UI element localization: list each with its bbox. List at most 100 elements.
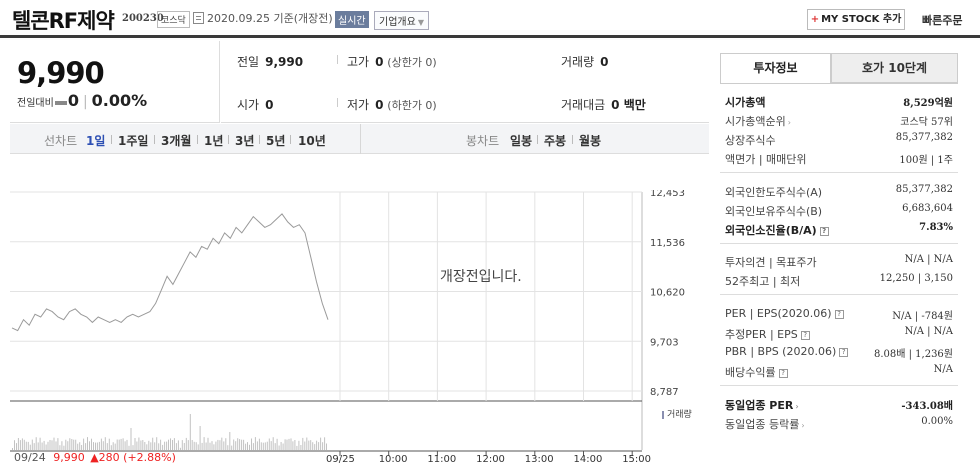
chevron-right-icon[interactable]: › [801,421,804,430]
volume-bar [217,439,219,450]
volume-bar [144,442,146,450]
tab-daily[interactable]: 일봉 [510,132,532,149]
tab-10y[interactable]: 10년 [298,132,326,149]
volume-bar [249,444,250,450]
volume-bar [201,442,203,450]
volume-bar [195,442,197,450]
amt-value: 0 백만 [611,98,646,112]
volume-bar [318,442,320,450]
divider [720,172,958,173]
help-icon[interactable]: ? [778,368,788,378]
chevron-right-icon[interactable]: › [788,118,791,127]
tab-1d[interactable]: 1일 [86,132,105,149]
volume-bar [114,443,116,450]
x-tick-label: 13:00 [525,454,554,465]
current-price: 9,990 [17,56,105,90]
change-value: 0 [67,91,79,110]
tab-5y[interactable]: 5년 [266,132,285,149]
tab-3y[interactable]: 3년 [235,132,254,149]
volume-bar [310,440,312,450]
plus-icon: + [810,14,820,25]
volume-bar [104,437,106,450]
realtime-badge[interactable]: 실시간 [335,11,369,28]
volume-bar [189,414,191,450]
volume-legend-label: 거래량 [667,410,692,420]
volume-bar [322,442,324,450]
tab-weekly[interactable]: 주봉 [544,132,566,149]
volume-bar [14,440,15,450]
open-price: 시가 0 [237,96,273,113]
tab-1w[interactable]: 1주일 [118,132,148,149]
volume-bar [172,440,173,450]
x-tick-label: 10:00 [379,454,408,465]
tab-orderbook-10[interactable]: 호가 10단계 [831,53,958,83]
volume-bar [270,441,272,450]
volume-bar [87,437,88,450]
volume-bar [95,442,96,450]
divider [259,135,260,144]
volume-bar [23,439,25,450]
tab-investment-info[interactable]: 투자정보 [720,53,831,83]
chart-footer: 09/24 9,990 ▲280 (+2.88%) [14,451,176,464]
corp-info-button[interactable]: 기업개요 ▼ [374,11,429,30]
volume-bar [134,438,136,450]
lower-limit: (하한가 0) [387,99,437,112]
volume-bar [45,444,47,450]
info-row-value: 85,377,382 [895,132,953,143]
quick-order-link[interactable]: 빠른주문 [922,12,962,28]
prev-close: 전일 9,990 [237,53,303,70]
price-chart[interactable]: 12,453 11,536 10,620 9,703 8,787 09/25 10:00 1… [10,190,710,473]
volume-bar [286,439,288,450]
volume-bar [160,439,162,450]
tab-1y[interactable]: 1년 [204,132,223,149]
volume-bar [247,442,248,450]
help-icon[interactable]: ? [839,347,849,357]
tab-3m[interactable]: 3개월 [161,132,191,149]
volume-bar [256,441,258,450]
mystock-add-button[interactable]: + MY STOCK 추가 [807,9,905,30]
chevron-right-icon[interactable]: › [795,402,798,411]
volume-bar [221,437,223,450]
change-percent: 0.00% [91,91,148,110]
investment-info-panel: 투자정보 호가 10단계 시가총액 8,529억원 시가총액순위 › 코스닥 57위 상장… [710,41,972,473]
divider [572,135,573,144]
open-value: 0 [265,98,274,112]
tab-monthly[interactable]: 월봉 [579,132,601,149]
volume-bar [266,441,268,450]
info-row: 동일업종 PER › -343.08배 [725,397,953,413]
divider [360,124,361,154]
info-row: 시가총액 8,529억원 [725,94,953,110]
help-icon[interactable]: ? [819,226,829,236]
volume-legend: 거래량 [662,407,692,420]
info-row-value: 8,529억원 [903,98,953,109]
help-icon[interactable]: ? [834,309,844,319]
volume-bar [53,437,55,450]
divider [337,55,338,64]
volume-bar [193,441,195,450]
stock-name[interactable]: 텔콘RF제약 [12,5,115,35]
volume-bar [183,443,185,450]
info-row-label: PER | EPS(2020.06)? [725,307,844,320]
volume-bar [136,441,138,450]
help-icon[interactable]: ? [800,330,810,340]
volume-bar [209,442,211,450]
volume-bar [260,442,262,450]
volume-bar [320,437,322,450]
vol-value: 0 [600,55,609,69]
divider [337,98,338,107]
volume-bar [142,440,144,450]
divider: | [82,94,88,110]
volume-bar [49,440,51,450]
volume-bar [185,437,187,450]
volume-bar [55,441,57,450]
volume-bar [154,442,156,450]
info-row: PER | EPS(2020.06)? N/A | -784원 [725,307,953,323]
volume-bar [33,443,35,450]
info-row-value: 7.83% [919,222,953,233]
volume-bar [268,438,270,450]
price-line [11,213,329,332]
volume-bar [57,438,59,450]
x-tick-label: 12:00 [476,454,505,465]
volume-bar [175,443,177,450]
volume-bar [89,441,90,450]
